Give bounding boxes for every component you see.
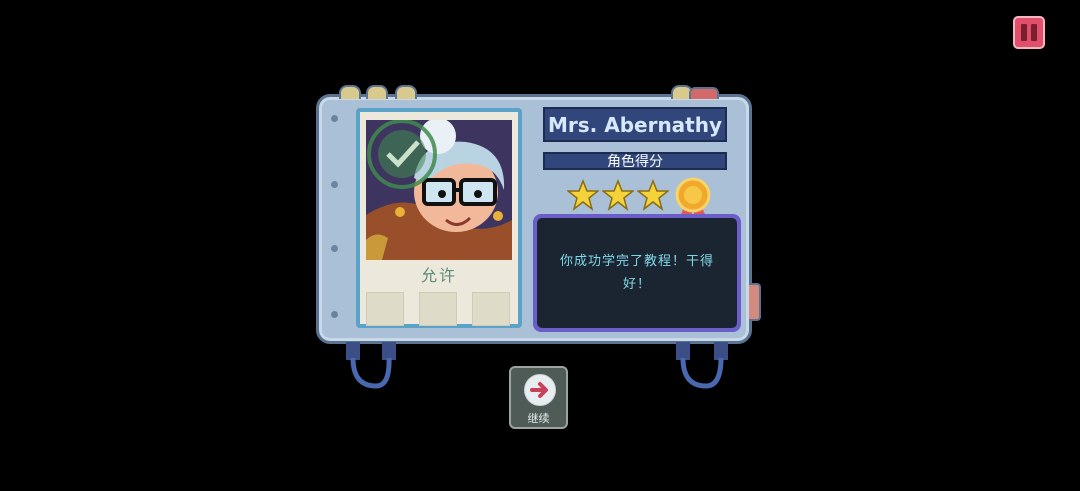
character-portrait (366, 120, 512, 260)
arrow-right-icon (524, 374, 556, 406)
rivet (331, 181, 338, 188)
score-label: 角色得分 (543, 152, 727, 170)
card-slot (419, 292, 457, 326)
card-slot (472, 292, 510, 326)
console-knob (395, 85, 417, 99)
approval-label: 允许 (420, 266, 457, 285)
rating-stars (567, 175, 669, 215)
rivet (331, 115, 338, 122)
character-console: 允许 Mrs. Abernathy 角色得分 你成功学完了教程！干得好！ (316, 85, 761, 344)
pause-icon (1021, 24, 1027, 41)
continue-button[interactable]: 继续 (509, 366, 568, 429)
character-card: 允许 (356, 108, 522, 328)
console-side-tab (749, 283, 761, 321)
message-text: 你成功学完了教程！干得好！ (537, 218, 737, 328)
console-knob (339, 85, 361, 99)
pause-button[interactable] (1013, 16, 1045, 49)
star-icon (567, 179, 599, 211)
console-led (689, 87, 719, 99)
character-name: Mrs. Abernathy (543, 107, 727, 142)
rivet (331, 245, 338, 252)
continue-label: 继续 (527, 412, 550, 425)
rivet (331, 311, 338, 318)
console-knob (366, 85, 388, 99)
star-icon (602, 179, 634, 211)
medal-icon (675, 177, 711, 219)
message-screen: 你成功学完了教程！干得好！ (533, 214, 741, 332)
star-icon (637, 179, 669, 211)
card-slot (366, 292, 404, 326)
